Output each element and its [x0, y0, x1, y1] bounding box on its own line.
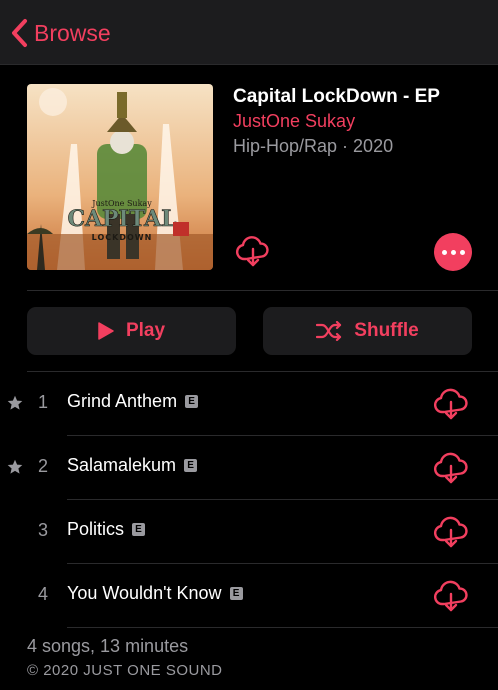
track-number: 4 [37, 584, 48, 604]
explicit-icon: E [132, 523, 146, 536]
divider [67, 627, 498, 628]
more-icon [441, 249, 447, 255]
play-button[interactable]: Play [27, 307, 236, 355]
track-title: You Wouldn't Know [67, 583, 222, 603]
track-title-group: Salamalekum E [67, 455, 198, 476]
more-options-button[interactable] [434, 233, 472, 271]
track-title: Salamalekum [67, 455, 177, 475]
track-number: 2 [37, 456, 48, 476]
album-info: Capital LockDown - EP JustOne Sukay Hip-… [233, 85, 483, 157]
back-button[interactable]: Browse [10, 16, 111, 50]
track-title-group: Politics E [67, 519, 146, 540]
download-track-button[interactable] [432, 450, 470, 486]
art-subtitle-text: LOCKDOWN [92, 233, 153, 242]
shuffle-button[interactable]: Shuffle [263, 307, 472, 355]
explicit-icon: E [184, 459, 198, 472]
divider [27, 290, 498, 291]
play-label: Play [125, 320, 166, 341]
genre-year: Hip-Hop/Rap · 2020 [233, 136, 394, 156]
track-title-group: You Wouldn't Know E [67, 583, 243, 604]
explicit-icon: E [185, 395, 199, 408]
star-icon [7, 395, 23, 411]
art-title-text: CAPITAL [67, 206, 176, 232]
track-number: 1 [37, 392, 48, 412]
track-title: Politics [67, 519, 125, 539]
track-row[interactable]: 4 You Wouldn't Know E [0, 564, 498, 628]
copyright: © 2020 JUST ONE SOUND [27, 662, 223, 679]
navigation-bar: Browse [0, 0, 498, 65]
download-track-button[interactable] [432, 578, 470, 614]
track-title-group: Grind Anthem E [67, 391, 199, 412]
album-artwork[interactable]: JustOne Sukay CAPITAL LOCKDOWN [27, 84, 213, 270]
cloud-download-icon [433, 452, 468, 484]
track-row[interactable]: 3 Politics E [0, 500, 498, 564]
track-title: Grind Anthem [67, 391, 178, 411]
shuffle-icon [316, 321, 342, 341]
track-row[interactable]: 1 Grind Anthem E [0, 372, 498, 436]
explicit-icon: E [229, 587, 243, 600]
shuffle-label: Shuffle [354, 320, 419, 341]
album-summary: 4 songs, 13 minutes [27, 636, 189, 656]
cloud-download-icon [433, 580, 468, 612]
download-album-button[interactable] [235, 233, 271, 269]
album-title: Capital LockDown - EP [233, 86, 440, 107]
download-track-button[interactable] [432, 386, 470, 422]
cloud-download-icon [433, 516, 468, 548]
artist-link[interactable]: JustOne Sukay [233, 110, 483, 132]
cloud-download-icon [235, 236, 269, 267]
cloud-download-icon [433, 388, 468, 420]
track-row[interactable]: 2 Salamalekum E [0, 436, 498, 500]
chevron-left-icon [12, 19, 27, 47]
star-icon [7, 459, 23, 475]
play-icon [98, 322, 114, 340]
track-number: 3 [37, 520, 48, 540]
download-track-button[interactable] [432, 514, 470, 550]
back-label: Browse [34, 19, 111, 46]
